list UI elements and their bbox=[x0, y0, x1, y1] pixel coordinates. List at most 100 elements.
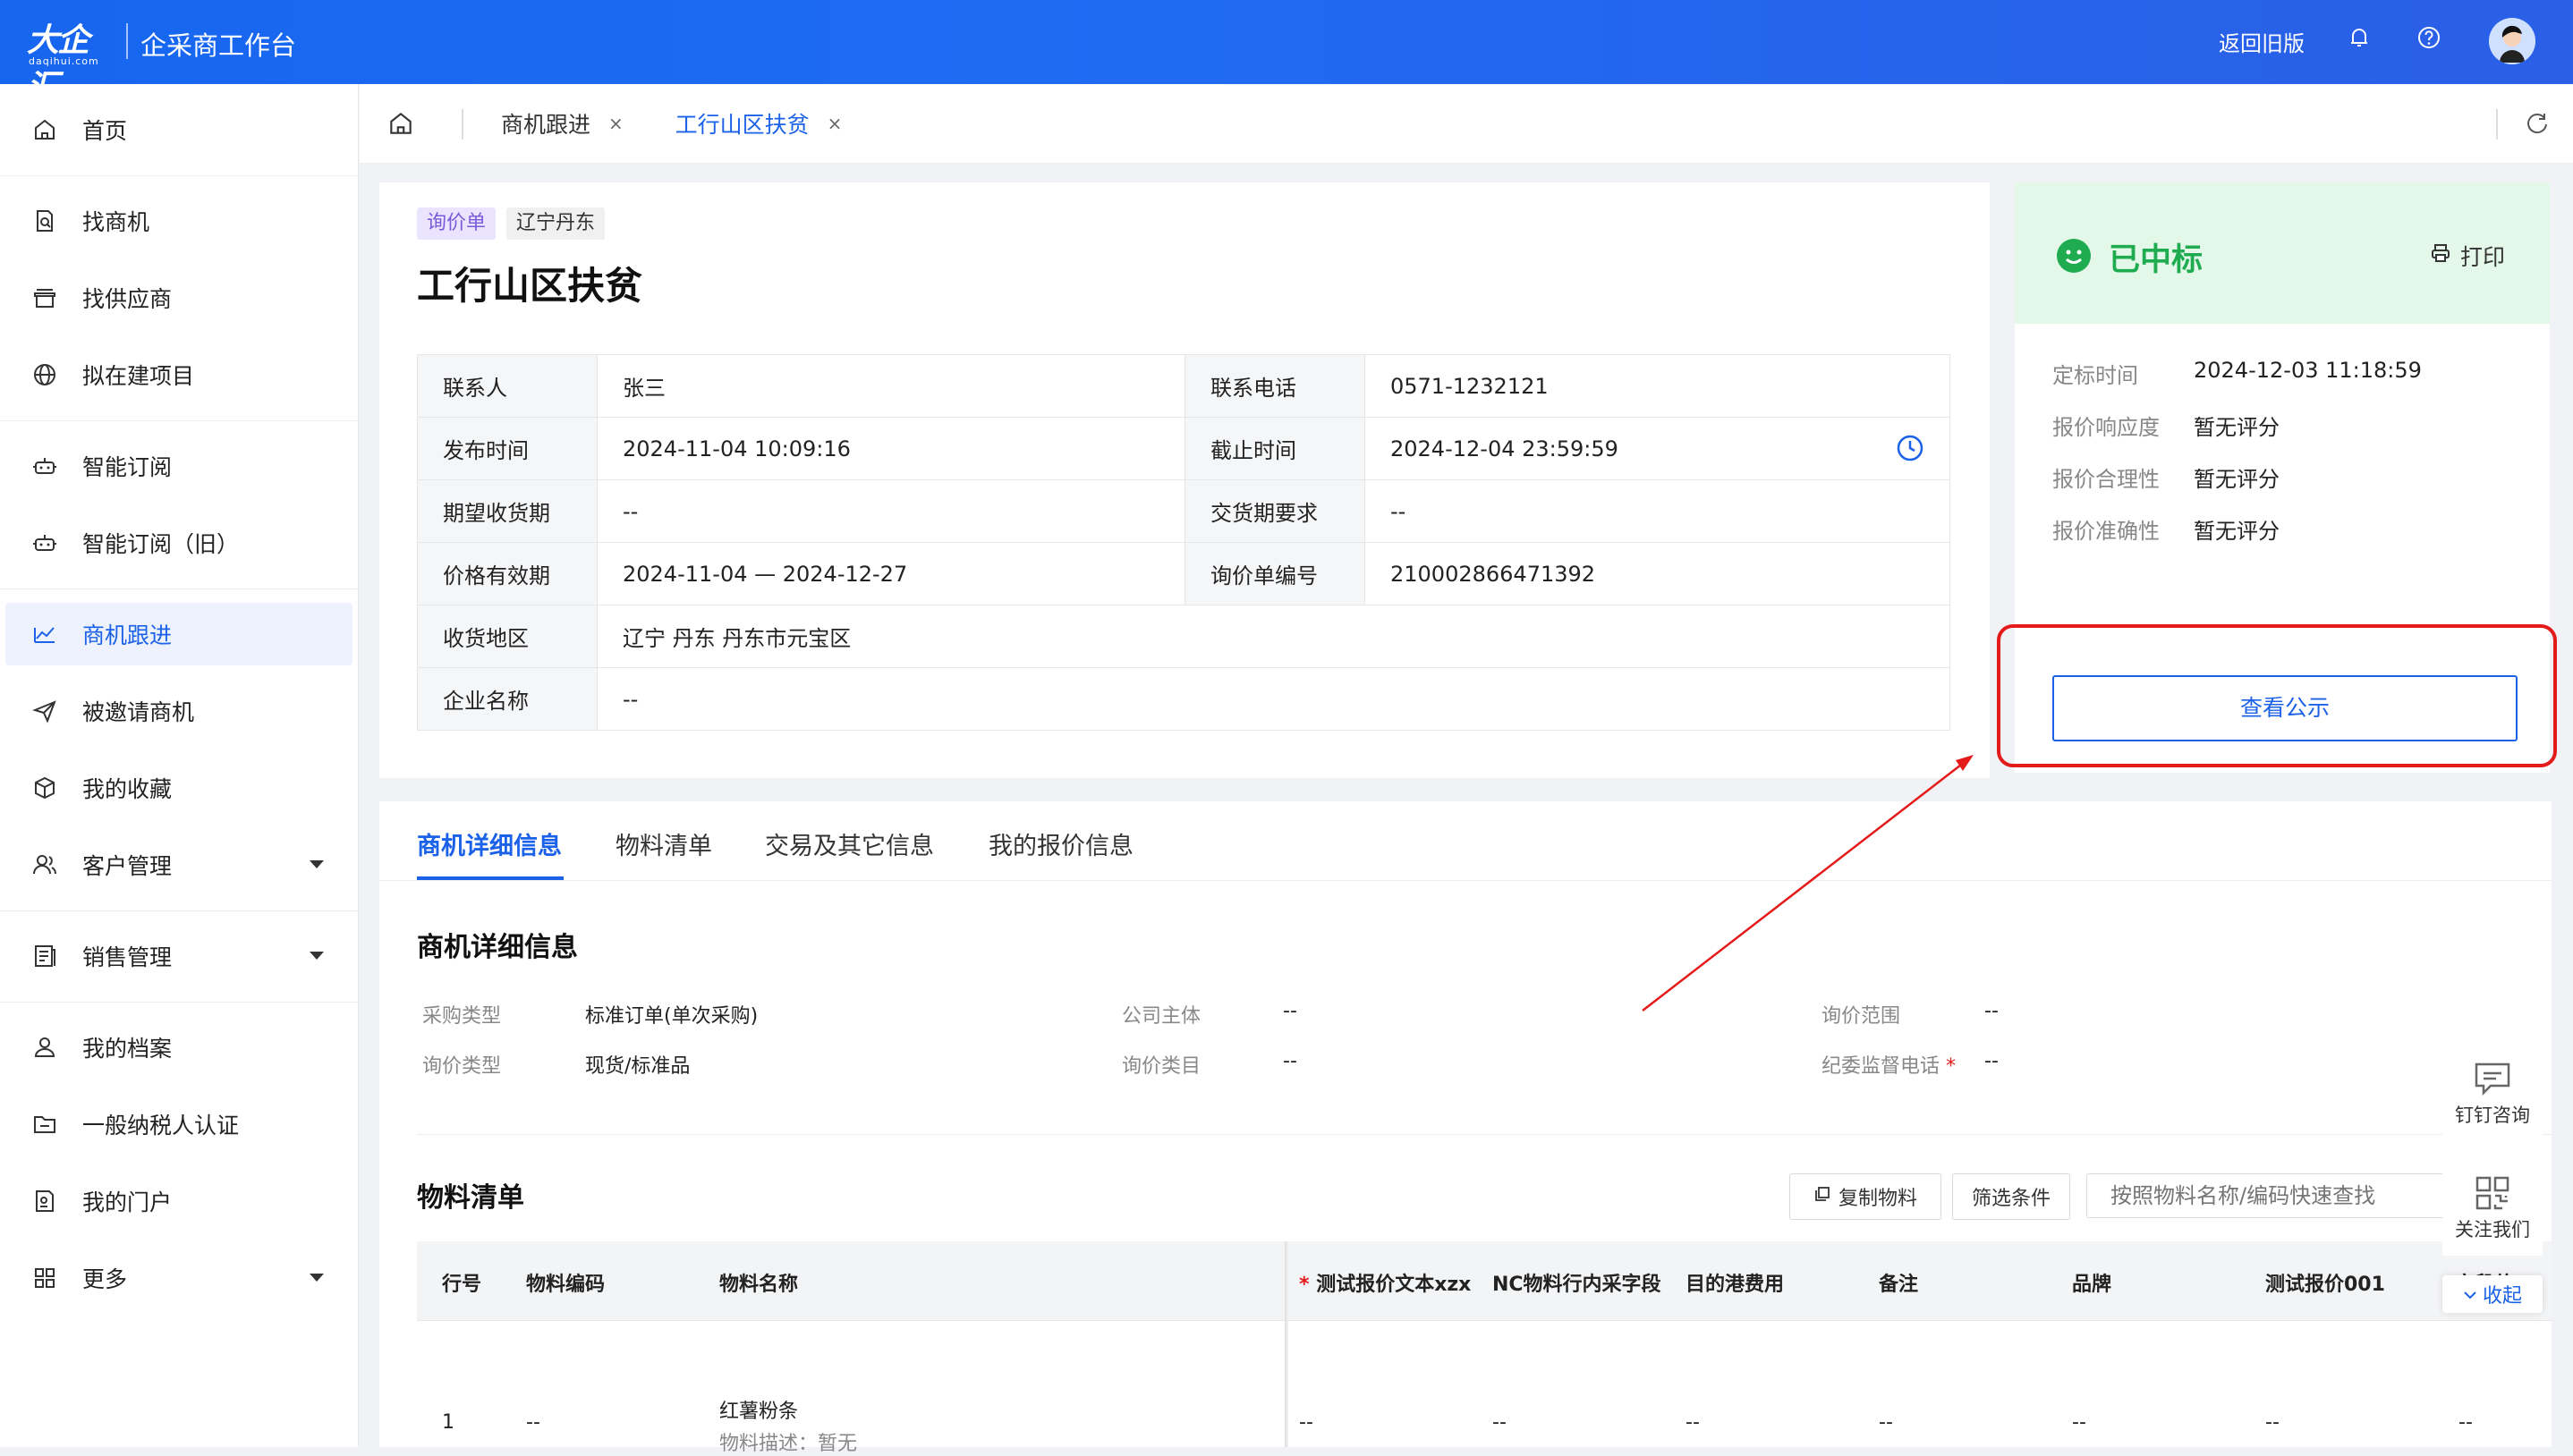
info-label: 发布时间 bbox=[417, 417, 598, 480]
print-button[interactable]: 打印 bbox=[2430, 240, 2505, 272]
old-version-link[interactable]: 返回旧版 bbox=[2219, 26, 2305, 57]
tab-my-quote[interactable]: 我的报价信息 bbox=[989, 826, 1134, 861]
info-label: 联系人 bbox=[417, 354, 598, 418]
material-search-input[interactable] bbox=[2086, 1173, 2453, 1218]
sidebar-item-profile[interactable]: 我的档案 bbox=[5, 1016, 352, 1079]
filter-button[interactable]: 筛选条件 bbox=[1952, 1173, 2070, 1220]
sidebar-item-find-supplier[interactable]: 找供应商 bbox=[5, 267, 352, 329]
table-cell: -- bbox=[1492, 1411, 1507, 1434]
tab-detail[interactable]: 工行山区扶贫 × bbox=[644, 84, 873, 163]
table-cell: -- bbox=[2072, 1411, 2086, 1434]
users-icon bbox=[27, 847, 63, 883]
table-cell: 红薯粉条 bbox=[719, 1401, 799, 1423]
chevron-down-icon bbox=[310, 952, 324, 960]
tab-transaction[interactable]: 交易及其它信息 bbox=[765, 826, 934, 861]
column-header: 备注 bbox=[1879, 1274, 1919, 1296]
sidebar-item-favorites[interactable]: 我的收藏 bbox=[5, 757, 352, 819]
refresh-icon[interactable] bbox=[2525, 111, 2550, 140]
table-cell: -- bbox=[2458, 1411, 2473, 1434]
column-header: 行号 bbox=[442, 1274, 482, 1296]
status-badge: 已中标 bbox=[2109, 242, 2204, 278]
sidebar-item-projects[interactable]: 拟在建项目 bbox=[5, 343, 352, 406]
tab-business-detail[interactable]: 商机详细信息 bbox=[417, 826, 562, 861]
info-label: 期望收货期 bbox=[417, 479, 598, 543]
info-value: 2024-11-04 10:09:16 bbox=[597, 417, 1185, 480]
close-icon[interactable]: × bbox=[608, 113, 624, 134]
chevron-down-icon bbox=[310, 860, 324, 868]
chart-icon bbox=[27, 616, 63, 652]
sidebar-item-invited[interactable]: 被邀请商机 bbox=[5, 680, 352, 742]
cube-icon bbox=[27, 770, 63, 806]
section-title: 商机详细信息 bbox=[417, 932, 578, 963]
home-tab-icon[interactable] bbox=[386, 109, 415, 138]
info-label: 截止时间 bbox=[1185, 417, 1365, 480]
sidebar-item-sales[interactable]: 销售管理 bbox=[5, 925, 352, 987]
sidebar-item-home[interactable]: 首页 bbox=[5, 98, 352, 161]
table-cell: -- bbox=[1879, 1411, 1893, 1434]
info-value: 210002866471392 bbox=[1364, 542, 1950, 605]
dingtalk-consult-button[interactable]: 钉钉咨询 bbox=[2442, 1052, 2543, 1141]
sidebar-item-portal[interactable]: 我的门户 bbox=[5, 1170, 352, 1232]
info-label: 联系电话 bbox=[1185, 354, 1365, 418]
sidebar-item-customers[interactable]: 客户管理 bbox=[5, 834, 352, 896]
info-label: 企业名称 bbox=[417, 667, 598, 731]
portal-icon bbox=[27, 1183, 63, 1219]
close-icon[interactable]: × bbox=[828, 113, 843, 134]
column-header: NC物料行内采字段 bbox=[1492, 1274, 1661, 1296]
user-icon bbox=[27, 1029, 63, 1065]
info-label: 交货期要求 bbox=[1185, 479, 1365, 543]
sidebar-item-subscription[interactable]: 智能订阅 bbox=[5, 435, 352, 497]
page-title: 工行山区扶贫 bbox=[417, 264, 643, 308]
column-header: 品牌 bbox=[2072, 1274, 2112, 1296]
table-cell: -- bbox=[2265, 1411, 2280, 1434]
column-header: 目的港费用 bbox=[1686, 1274, 1785, 1296]
column-header: 测试报价001 bbox=[2265, 1274, 2385, 1296]
table-cell: 物料描述：暂无 bbox=[719, 1433, 858, 1455]
copy-materials-button[interactable]: 复制物料 bbox=[1789, 1173, 1941, 1220]
info-value: 2024-12-04 23:59:59 bbox=[1364, 417, 1950, 480]
table-cell: -- bbox=[1686, 1411, 1700, 1434]
table-cell: -- bbox=[526, 1411, 540, 1434]
info-table: 联系人 张三 联系电话 0571-1232121 发布时间 2024-11-04… bbox=[417, 354, 1950, 731]
sidebar-item-taxpayer[interactable]: 一般纳税人认证 bbox=[5, 1093, 352, 1155]
chat-icon bbox=[2442, 1052, 2543, 1101]
tab-bar: 商机跟进 × 工行山区扶贫 × bbox=[360, 84, 2573, 164]
copy-icon bbox=[1813, 1185, 1831, 1208]
region-tag: 辽宁丹东 bbox=[506, 207, 606, 240]
smile-icon bbox=[2056, 238, 2092, 274]
brand-logo[interactable]: 大企汇 daqihui.com bbox=[27, 14, 113, 106]
table-cell: 1 bbox=[442, 1411, 454, 1434]
send-icon bbox=[27, 693, 63, 729]
type-tag: 询价单 bbox=[417, 207, 497, 240]
ledger-icon bbox=[27, 938, 63, 974]
clock-icon[interactable] bbox=[1896, 434, 1924, 468]
sidebar-item-subscription-old[interactable]: 智能订阅（旧） bbox=[5, 512, 352, 574]
sidebar-item-more[interactable]: 更多 bbox=[5, 1247, 352, 1309]
info-value: -- bbox=[597, 479, 1185, 543]
collapse-button[interactable]: 收起 bbox=[2442, 1275, 2543, 1313]
highlight-box bbox=[1997, 624, 2557, 767]
bell-icon[interactable] bbox=[2346, 24, 2373, 51]
table-cell: -- bbox=[1299, 1411, 1313, 1434]
tab-opportunity-follow[interactable]: 商机跟进 × bbox=[501, 84, 624, 163]
follow-us-button[interactable]: 关注我们 bbox=[2442, 1163, 2543, 1256]
column-header: 物料名称 bbox=[719, 1274, 799, 1296]
robot-icon bbox=[27, 448, 63, 484]
info-value: -- bbox=[1364, 479, 1950, 543]
help-icon[interactable] bbox=[2416, 24, 2442, 51]
doc-search-icon bbox=[27, 203, 63, 239]
sidebar-item-find-opportunity[interactable]: 找商机 bbox=[5, 190, 352, 252]
sidebar-item-opportunity-follow[interactable]: 商机跟进 bbox=[5, 603, 352, 665]
robot-icon bbox=[27, 525, 63, 561]
info-value: 2024-11-04 — 2024-12-27 bbox=[597, 542, 1185, 605]
info-label: 收货地区 bbox=[417, 605, 598, 668]
info-value: 辽宁 丹东 丹东市元宝区 bbox=[597, 605, 1950, 668]
globe-icon bbox=[27, 357, 63, 393]
chevron-down-icon bbox=[310, 1274, 324, 1282]
app-title: 企采商工作台 bbox=[140, 30, 297, 61]
qr-code-icon bbox=[2442, 1163, 2543, 1215]
avatar[interactable] bbox=[2489, 18, 2535, 64]
tab-materials[interactable]: 物料清单 bbox=[616, 826, 712, 861]
column-header: 物料编码 bbox=[526, 1274, 606, 1296]
grid-icon bbox=[27, 1260, 63, 1296]
